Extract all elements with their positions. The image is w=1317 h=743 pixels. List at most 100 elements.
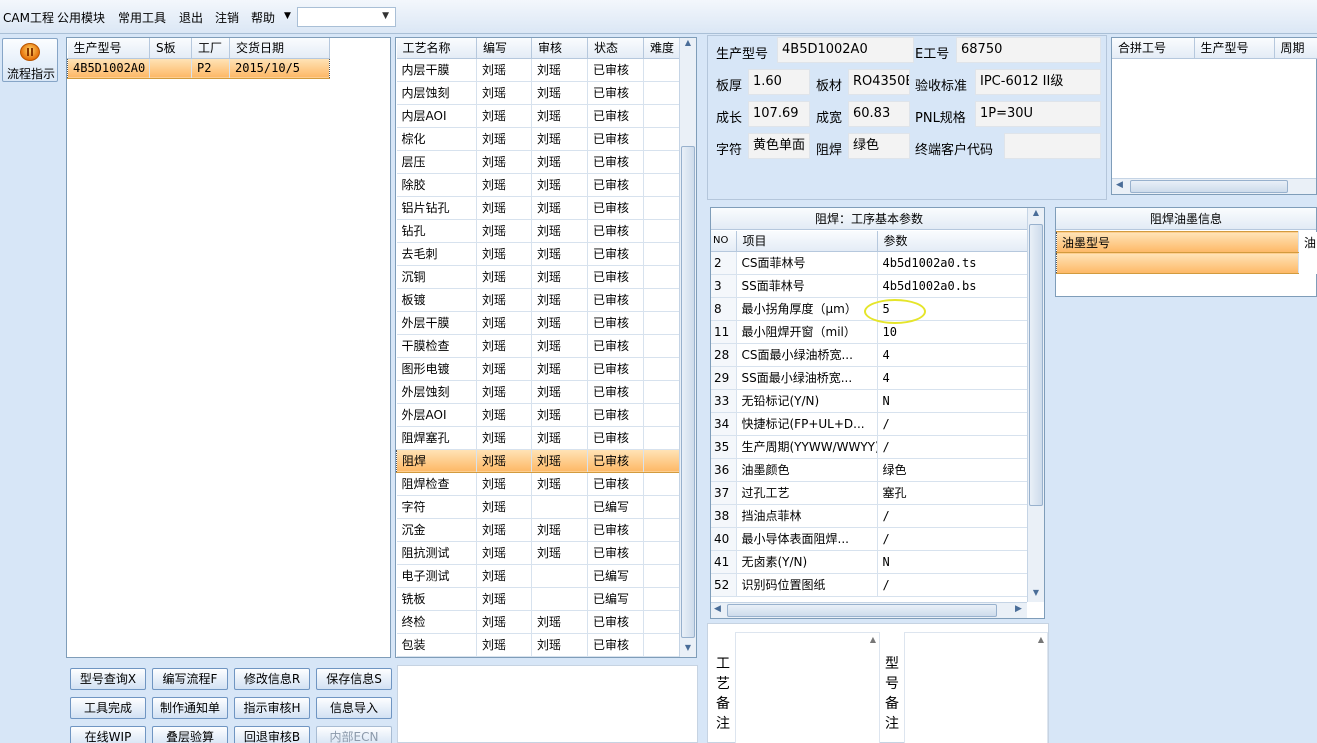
action-button[interactable]: 信息导入 <box>316 697 392 719</box>
table-row[interactable]: 29 SS面最小绿油桥宽... 4 <box>711 366 1028 390</box>
merge-col-header[interactable]: 生产型号 <box>1194 38 1275 59</box>
table-row[interactable]: 11 最小阻焊开窗（mil） 10 <box>711 320 1028 344</box>
action-button[interactable]: 工具完成 <box>70 697 146 719</box>
table-row[interactable]: 干膜检查 刘瑶 刘瑶 已审核 <box>396 334 680 358</box>
process-note-textarea[interactable]: ▲ <box>735 632 880 743</box>
action-button[interactable]: 叠层验算 <box>152 726 228 743</box>
length-field[interactable]: 107.69 <box>748 101 810 127</box>
menu-cam-project[interactable]: CAM工程 <box>3 9 54 26</box>
menu-common-module[interactable]: 公用模块 <box>57 9 105 26</box>
merge-table-hscrollbar[interactable]: ◀ <box>1112 178 1316 194</box>
table-row[interactable]: 52 识别码位置图纸 / <box>711 573 1028 597</box>
customer-field[interactable] <box>1004 133 1101 159</box>
table-row[interactable]: 内层蚀刻 刘瑶 刘瑶 已审核 <box>396 81 680 105</box>
order-col-header[interactable]: 交货日期 <box>229 38 330 59</box>
table-row[interactable]: 38 挡油点菲林 / <box>711 504 1028 528</box>
table-row[interactable]: 沉铜 刘瑶 刘瑶 已审核 <box>396 265 680 289</box>
table-row[interactable]: 内层干膜 刘瑶 刘瑶 已审核 <box>396 58 680 82</box>
e-no-field[interactable]: 68750 <box>956 37 1101 63</box>
param-col-header[interactable]: NO <box>711 231 737 252</box>
menu-help[interactable]: 帮助 <box>251 9 275 26</box>
pnl-field[interactable]: 1P=30U <box>975 101 1101 127</box>
scroll-left-icon[interactable]: ◀ <box>1116 180 1123 190</box>
menu-exit[interactable]: 退出 <box>179 9 203 26</box>
model-field[interactable]: 4B5D1002A0 <box>777 37 914 63</box>
table-row[interactable]: 3 SS面菲林号 4b5d1002a0.bs <box>711 274 1028 298</box>
order-col-header[interactable]: 生产型号 <box>67 38 150 59</box>
table-row[interactable]: 除胶 刘瑶 刘瑶 已审核 <box>396 173 680 197</box>
action-button[interactable]: 指示审核H <box>234 697 310 719</box>
scroll-right-icon[interactable]: ▶ <box>1015 604 1022 614</box>
menu-combo-box[interactable]: ▼ <box>297 7 396 27</box>
table-row[interactable]: 内层AOI 刘瑶 刘瑶 已审核 <box>396 104 680 128</box>
scrollbar-thumb[interactable] <box>1029 224 1043 506</box>
table-row[interactable]: 外层干膜 刘瑶 刘瑶 已审核 <box>396 311 680 335</box>
scroll-down-icon[interactable]: ▼ <box>680 643 696 657</box>
action-button[interactable]: 修改信息R <box>234 668 310 690</box>
action-button[interactable]: 回退审核B <box>234 726 310 743</box>
silk-field[interactable]: 黄色单面 <box>748 133 810 159</box>
table-row[interactable]: 阻焊 刘瑶 刘瑶 已审核 <box>396 448 680 473</box>
table-row[interactable]: 终检 刘瑶 刘瑶 已审核 <box>396 610 680 634</box>
process-col-header[interactable]: 工艺名称 <box>396 38 477 59</box>
table-row[interactable]: 阻焊检查 刘瑶 刘瑶 已审核 <box>396 472 680 496</box>
standard-field[interactable]: IPC-6012 II级 <box>975 69 1101 95</box>
width-field[interactable]: 60.83 <box>848 101 910 127</box>
merge-col-header[interactable]: 合拼工号 <box>1112 38 1195 59</box>
params-hscrollbar[interactable]: ◀ ▶ <box>711 602 1027 618</box>
merge-col-header[interactable]: 周期 <box>1274 38 1317 59</box>
table-row[interactable]: 板镀 刘瑶 刘瑶 已审核 <box>396 288 680 312</box>
table-row[interactable]: 铝片钻孔 刘瑶 刘瑶 已审核 <box>396 196 680 220</box>
table-row[interactable]: 41 无卤素(Y/N) N <box>711 550 1028 574</box>
order-col-header[interactable]: S板 <box>149 38 192 59</box>
table-row[interactable]: 37 过孔工艺 塞孔 <box>711 481 1028 505</box>
action-button[interactable]: 保存信息S <box>316 668 392 690</box>
action-button[interactable]: 在线WIP <box>70 726 146 743</box>
process-col-header[interactable]: 难度 <box>643 38 680 59</box>
param-col-header[interactable]: 参数 <box>877 231 1028 252</box>
process-table-scrollbar[interactable]: ▲ ▼ <box>679 38 696 657</box>
thickness-field[interactable]: 1.60 <box>748 69 810 95</box>
action-button[interactable]: 型号查询X <box>70 668 146 690</box>
order-col-header[interactable]: 工厂 <box>191 38 230 59</box>
table-row[interactable]: 包装 刘瑶 刘瑶 已审核 <box>396 633 680 657</box>
table-row[interactable]: 电子测试 刘瑶 已编写 <box>396 564 680 588</box>
table-row[interactable]: 外层蚀刻 刘瑶 刘瑶 已审核 <box>396 380 680 404</box>
table-row[interactable]: 4B5D1002A0 P2 2015/10/5 <box>67 57 330 79</box>
scroll-up-icon[interactable]: ▲ <box>1028 208 1044 222</box>
process-col-header[interactable]: 审核 <box>531 38 588 59</box>
scrollbar-thumb[interactable] <box>681 146 695 638</box>
help-dropdown-arrow-icon[interactable]: ▼ <box>284 11 291 21</box>
process-col-header[interactable]: 编写 <box>476 38 532 59</box>
table-row[interactable]: 28 CS面最小绿油桥宽... 4 <box>711 343 1028 367</box>
table-row[interactable]: 36 油墨颜色 绿色 <box>711 458 1028 482</box>
table-row[interactable]: 33 无铅标记(Y/N) N <box>711 389 1028 413</box>
table-row[interactable]: 2 CS面菲林号 4b5d1002a0.ts <box>711 251 1028 275</box>
scroll-down-icon[interactable]: ▼ <box>1028 588 1044 602</box>
flow-indicator-button[interactable]: 流程指示 <box>2 38 58 82</box>
hscrollbar-thumb[interactable] <box>1130 180 1288 193</box>
scroll-up-icon[interactable]: ▲ <box>870 635 876 644</box>
table-row[interactable]: 字符 刘瑶 已编写 <box>396 495 680 519</box>
table-row[interactable]: 沉金 刘瑶 刘瑶 已审核 <box>396 518 680 542</box>
table-row[interactable]: 钻孔 刘瑶 刘瑶 已审核 <box>396 219 680 243</box>
scroll-left-icon[interactable]: ◀ <box>714 604 721 614</box>
action-button[interactable]: 内部ECN <box>316 726 392 743</box>
model-note-textarea[interactable]: ▲ <box>904 632 1048 743</box>
ink-row[interactable] <box>1056 252 1317 274</box>
table-row[interactable]: 34 快捷标记(FP+UL+D... / <box>711 412 1028 436</box>
table-row[interactable]: 铣板 刘瑶 已编写 <box>396 587 680 611</box>
table-row[interactable]: 图形电镀 刘瑶 刘瑶 已审核 <box>396 357 680 381</box>
process-col-header[interactable]: 状态 <box>587 38 644 59</box>
table-row[interactable]: 35 生产周期(YYWW/WWYY) / <box>711 435 1028 459</box>
table-row[interactable]: 阻抗测试 刘瑶 刘瑶 已审核 <box>396 541 680 565</box>
params-vscrollbar[interactable]: ▲ ▼ <box>1027 208 1044 602</box>
table-row[interactable]: 去毛刺 刘瑶 刘瑶 已审核 <box>396 242 680 266</box>
table-row[interactable]: 阻焊塞孔 刘瑶 刘瑶 已审核 <box>396 426 680 450</box>
table-row[interactable]: 棕化 刘瑶 刘瑶 已审核 <box>396 127 680 151</box>
menu-logout[interactable]: 注销 <box>215 9 239 26</box>
scroll-up-icon[interactable]: ▲ <box>1038 635 1044 644</box>
table-row[interactable]: 层压 刘瑶 刘瑶 已审核 <box>396 150 680 174</box>
table-row[interactable]: 40 最小导体表面阻焊... / <box>711 527 1028 551</box>
scroll-up-icon[interactable]: ▲ <box>680 38 696 52</box>
